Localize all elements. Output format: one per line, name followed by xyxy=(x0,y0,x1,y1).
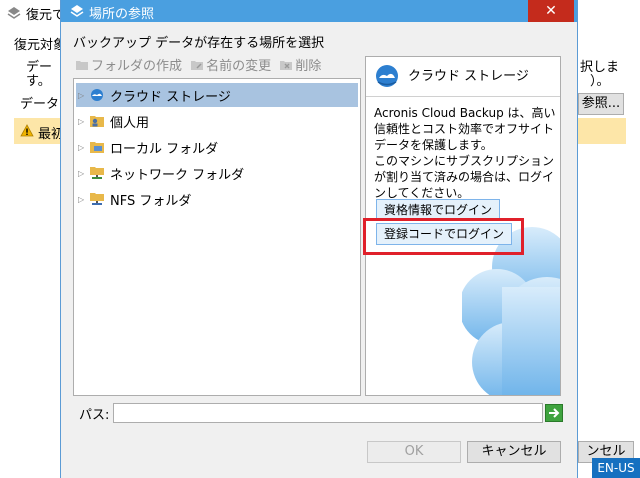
dialog-titlebar: 場所の参照 xyxy=(61,0,577,22)
personal-folder-icon xyxy=(88,113,106,129)
cloud-storage-icon xyxy=(88,87,106,103)
delete-icon xyxy=(280,60,293,70)
toolbar: フォルダの作成 名前の変更 削除 xyxy=(75,55,325,74)
language-indicator[interactable]: EN-US xyxy=(592,458,640,478)
tree-item-local-folder[interactable]: ▷ ローカル フォルダ xyxy=(76,135,358,159)
info-subscription-note: このマシンにサブスクリプションが割り当て済みの場合は、ログインしてください。 xyxy=(374,154,555,200)
dialog-title: 場所の参照 xyxy=(89,7,155,22)
tree-item-label: ネットワーク フォルダ xyxy=(110,167,245,183)
background-restore-label: 復元対象 xyxy=(14,38,67,53)
network-folder-icon xyxy=(88,165,106,181)
expand-arrow-icon[interactable]: ▷ xyxy=(78,117,88,126)
info-header: クラウド ストレージ xyxy=(366,57,560,97)
background-data-label: データ xyxy=(20,97,60,112)
info-header-title: クラウド ストレージ xyxy=(408,69,529,84)
dialog-instruction: バックアップ データが存在する場所を選択 xyxy=(73,36,325,51)
tree-item-nfs-folder[interactable]: ▷ NFS フォルダ xyxy=(76,187,358,211)
delete-label: 削除 xyxy=(295,59,322,74)
ok-button[interactable]: OK xyxy=(367,441,461,463)
rename-label: 名前の変更 xyxy=(206,59,272,74)
background-browse-button[interactable]: 参照... xyxy=(578,93,624,115)
background-right-text2: ）。 xyxy=(590,74,610,89)
create-folder-label: フォルダの作成 xyxy=(91,59,183,74)
tree-item-label: 個人用 xyxy=(110,115,150,131)
rename-icon xyxy=(191,60,204,70)
rename-button[interactable]: 名前の変更 xyxy=(190,55,271,74)
new-folder-icon xyxy=(76,60,88,70)
expand-arrow-icon[interactable]: ▷ xyxy=(78,143,88,152)
dialog-close-button[interactable]: ✕ xyxy=(528,0,574,22)
tree-item-network-folder[interactable]: ▷ ネットワーク フォルダ xyxy=(76,161,358,185)
expand-arrow-icon[interactable]: ▷ xyxy=(78,91,88,100)
tree-item-cloud-storage[interactable]: ▷ クラウド ストレージ xyxy=(76,83,358,107)
app-icon xyxy=(7,7,21,19)
location-tree: ▷ クラウド ストレージ ▷ 個人用 ▷ ローカル フォルダ ▷ ネットワーク … xyxy=(73,78,361,396)
tree-item-label: NFS フォルダ xyxy=(110,193,192,209)
app-icon xyxy=(70,5,84,17)
arrow-right-icon xyxy=(549,408,560,418)
cancel-button[interactable]: キャンセル xyxy=(467,441,561,463)
warning-icon xyxy=(20,124,34,137)
expand-arrow-icon[interactable]: ▷ xyxy=(78,169,88,178)
create-folder-button[interactable]: フォルダの作成 xyxy=(75,55,182,74)
browse-location-dialog: 場所の参照 バックアップ データが存在する場所を選択 フォルダの作成 名前の変更… xyxy=(60,0,578,478)
cloud-storage-icon xyxy=(376,65,398,87)
go-arrow-button[interactable] xyxy=(545,404,563,422)
highlight-box xyxy=(363,218,524,255)
path-label: パス: xyxy=(79,408,110,423)
local-folder-icon xyxy=(88,139,106,155)
tree-item-label: クラウド ストレージ xyxy=(110,89,231,105)
info-body: Acronis Cloud Backup は、高い信頼性とコスト効率でオフサイト… xyxy=(374,105,558,201)
background-text-b: す。 xyxy=(26,74,51,89)
tree-item-label: ローカル フォルダ xyxy=(110,141,219,157)
path-input[interactable] xyxy=(113,403,543,423)
tree-item-personal[interactable]: ▷ 個人用 xyxy=(76,109,358,133)
expand-arrow-icon[interactable]: ▷ xyxy=(78,195,88,204)
delete-button[interactable]: 削除 xyxy=(279,55,321,74)
nfs-folder-icon xyxy=(88,191,106,207)
info-description: Acronis Cloud Backup は、高い信頼性とコスト効率でオフサイト… xyxy=(374,106,556,152)
